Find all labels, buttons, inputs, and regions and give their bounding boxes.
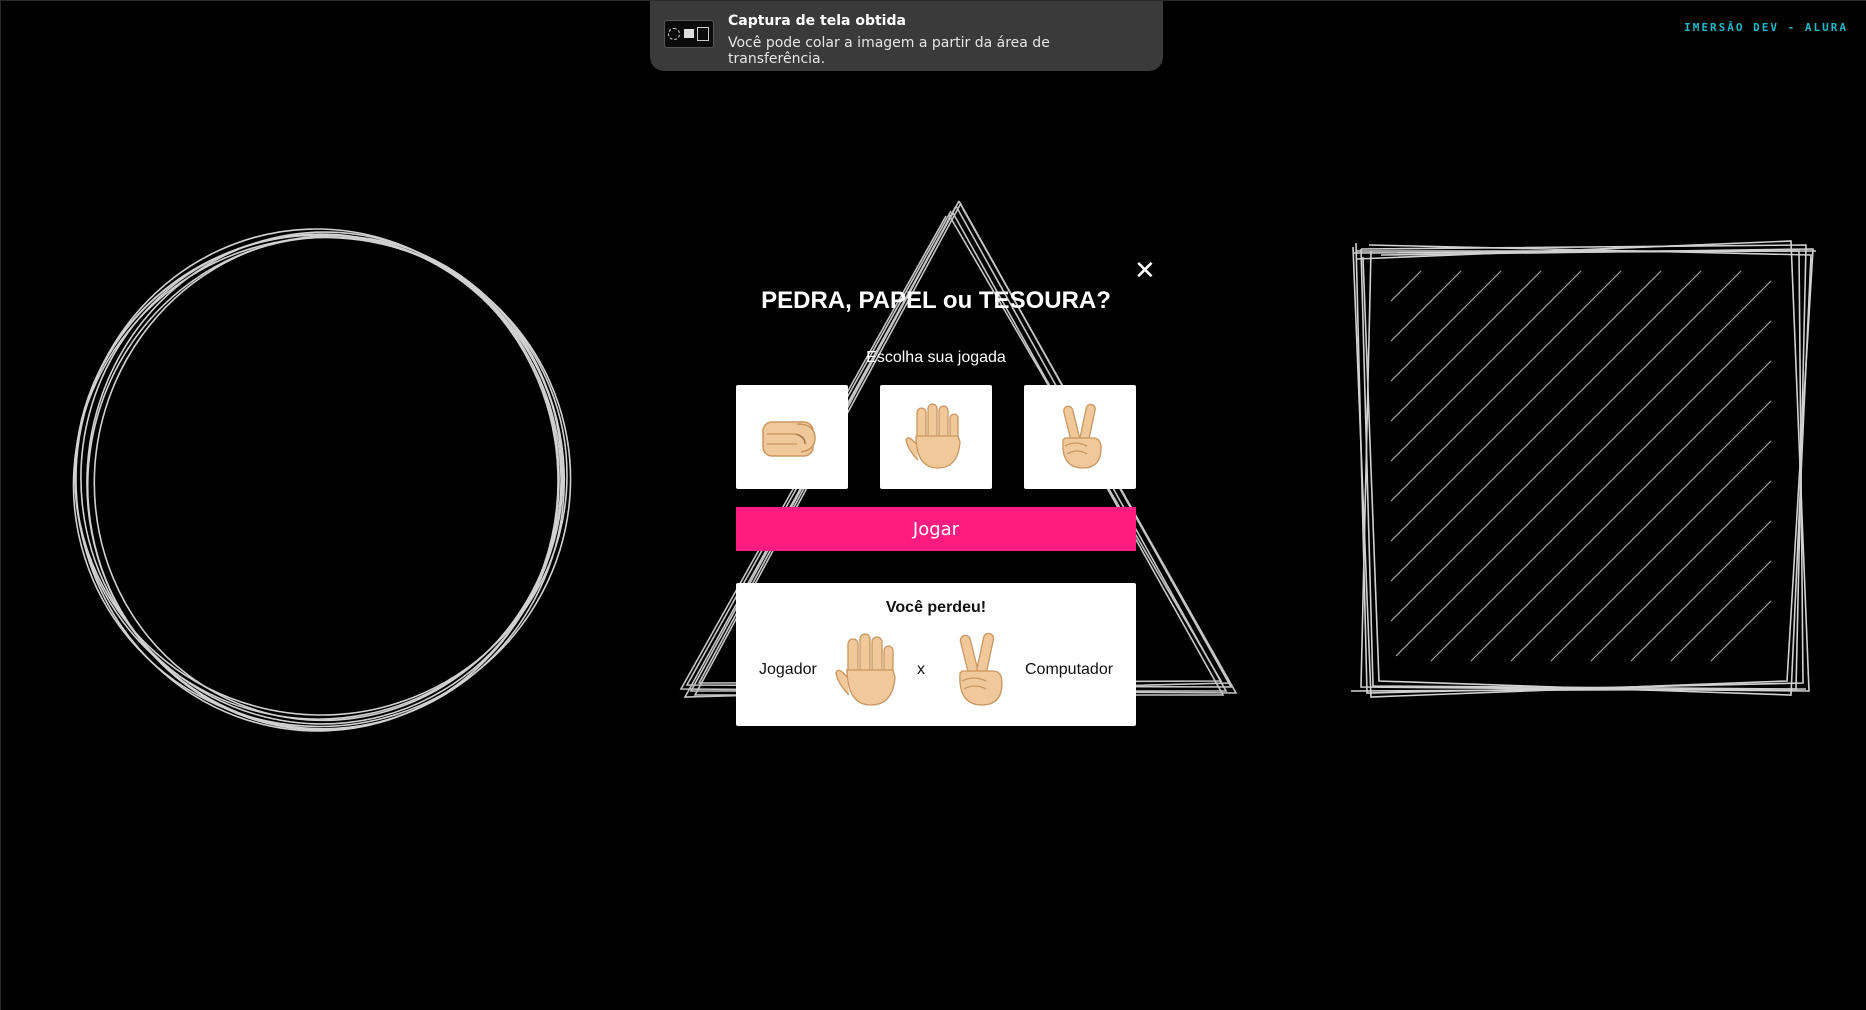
open-hand-icon — [905, 403, 961, 469]
game-subtitle: Escolha sua jogada — [866, 349, 1006, 366]
close-button[interactable]: ✕ — [1134, 258, 1156, 284]
game-title: PEDRA, PAPEL ou TESOURA? — [761, 287, 1111, 314]
fist-icon — [762, 421, 816, 457]
play-button[interactable]: Jogar — [736, 507, 1136, 551]
player-open-hand-icon — [835, 633, 896, 706]
player-label: Jogador — [759, 661, 817, 678]
screenshot-notification[interactable]: Captura de tela obtida Você pode colar a… — [650, 1, 1163, 71]
notification-title: Captura de tela obtida — [728, 13, 906, 29]
choice-rock-button[interactable] — [736, 385, 848, 489]
choice-paper-button[interactable] — [880, 385, 992, 489]
game-screen: IMERSÃO DEV - ALURA Captura de tela obti… — [0, 0, 1866, 1010]
computer-label: Computador — [1025, 661, 1114, 678]
brand-logo: IMERSÃO DEV - ALURA — [1684, 21, 1848, 34]
screenshot-thumbnail-icon — [664, 20, 714, 48]
sketch-square-hatching — [1390, 270, 1772, 662]
versus-text: x — [917, 661, 925, 678]
result-panel: Você perdeu! Jogador x Computador — [736, 583, 1136, 726]
close-icon: ✕ — [1134, 256, 1156, 286]
computer-victory-hand-icon — [959, 632, 1003, 706]
choice-scissors-button[interactable] — [1024, 385, 1136, 489]
victory-hand-icon — [1062, 403, 1102, 469]
background-sketches — [72, 200, 1816, 732]
notification-text: Captura de tela obtida Você pode colar a… — [728, 11, 1149, 71]
sketch-circle — [72, 228, 572, 732]
notification-body: Você pode colar a imagem a partir da áre… — [728, 35, 1050, 67]
result-title: Você perdeu! — [885, 599, 987, 616]
